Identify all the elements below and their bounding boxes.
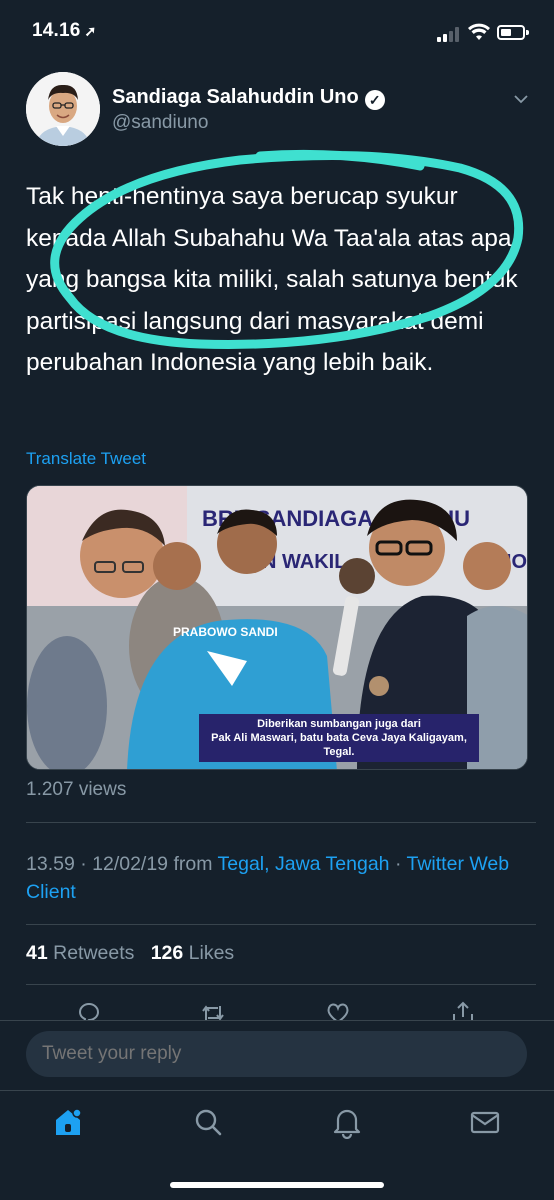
avatar[interactable]	[26, 72, 100, 146]
engagement-stats: 41 Retweets 126 Likes	[26, 942, 234, 965]
like-icon[interactable]	[325, 1000, 351, 1020]
tweet-meta: 13.59 · 12/02/19 from Tegal, Jawa Tengah…	[26, 850, 526, 906]
location-link[interactable]: Tegal, Jawa Tengah	[218, 853, 390, 875]
retweets-stat[interactable]: 41 Retweets	[26, 942, 134, 964]
home-icon[interactable]	[51, 1105, 85, 1139]
reply-icon[interactable]	[76, 1000, 102, 1020]
tweet-actions	[0, 998, 554, 1020]
divider	[26, 924, 536, 925]
divider	[26, 984, 536, 985]
video-caption: Diberikan sumbangan juga dari Pak Ali Ma…	[199, 714, 479, 762]
author-name[interactable]: Sandiaga Salahuddin Uno ✓	[112, 86, 385, 110]
bell-icon[interactable]	[330, 1105, 364, 1139]
tweet-header: Sandiaga Salahuddin Uno ✓ @sandiuno	[26, 72, 536, 152]
likes-stat[interactable]: 126 Likes	[151, 942, 235, 964]
divider	[26, 822, 536, 823]
cellular-signal-icon	[437, 26, 463, 42]
tweet-media-video[interactable]: BRK SANDIAGA SALAHU N WAKIL NO PRABOWO S…	[26, 485, 528, 770]
tweet-text: Tak henti-hentinya saya berucap syukur k…	[26, 183, 518, 376]
meta-separator: ·	[389, 853, 407, 875]
wifi-icon	[468, 23, 490, 40]
view-count: 1.207 views	[26, 779, 127, 800]
retweet-icon[interactable]	[200, 1000, 226, 1020]
home-indicator[interactable]	[170, 1182, 384, 1188]
tab-bar	[0, 1090, 554, 1200]
status-time: 14.16 ➚	[32, 20, 97, 41]
search-icon[interactable]	[191, 1105, 225, 1139]
translate-tweet-link[interactable]: Translate Tweet	[26, 449, 146, 469]
shirt-text: PRABOWO SANDI	[173, 625, 278, 639]
status-bar: 14.16 ➚	[0, 0, 554, 64]
share-icon[interactable]	[450, 1000, 476, 1020]
battery-icon	[497, 25, 529, 40]
reply-input[interactable]	[26, 1031, 527, 1077]
reply-bar	[0, 1020, 554, 1090]
verified-badge-icon: ✓	[364, 90, 385, 110]
author-handle[interactable]: @sandiuno	[112, 112, 208, 134]
mail-icon[interactable]	[468, 1105, 502, 1139]
chevron-down-icon[interactable]	[514, 92, 528, 106]
timestamp: 13.59 · 12/02/19 from	[26, 853, 218, 875]
location-arrow-icon: ➚	[84, 23, 97, 39]
